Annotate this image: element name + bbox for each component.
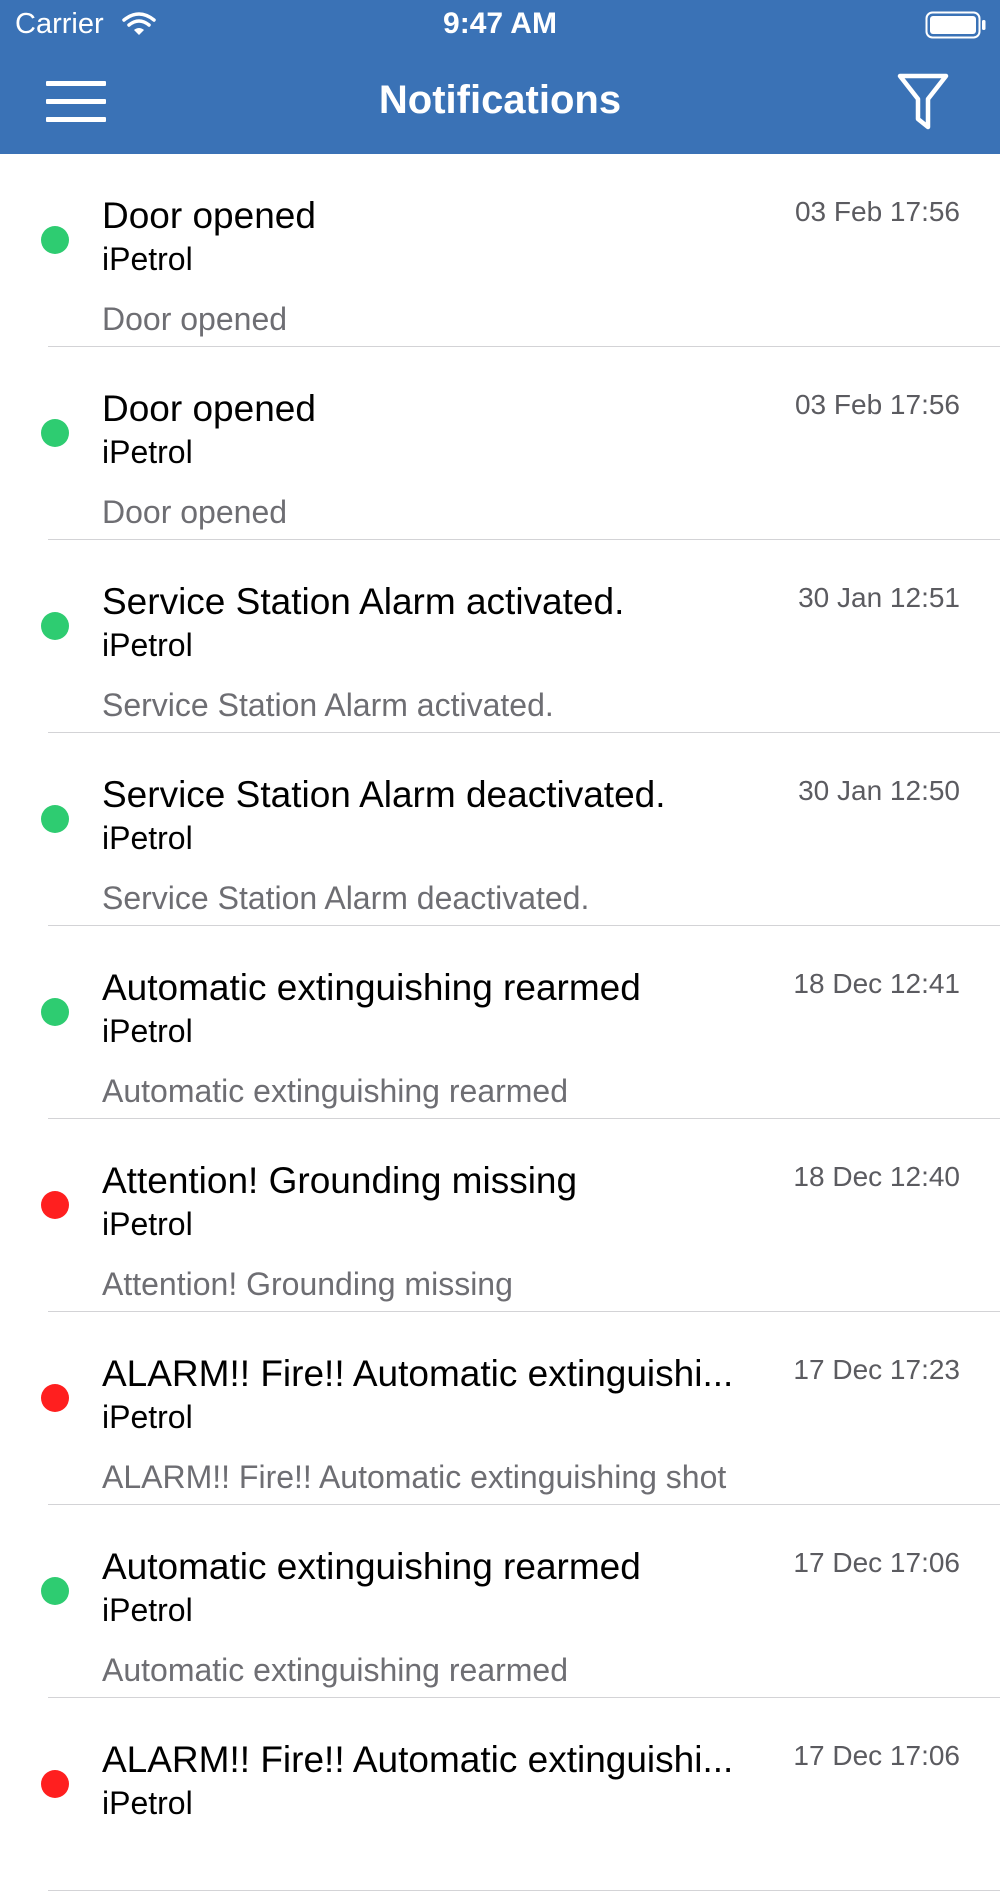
notification-body: Attention! Grounding missing (102, 1266, 513, 1302)
notification-title: Attention! Grounding missing (102, 1160, 578, 1201)
notification-source: iPetrol (102, 1592, 193, 1628)
notification-timestamp: 18 Dec 12:40 (793, 1161, 960, 1192)
notification-title: Door opened (102, 388, 316, 429)
status-dot-icon (41, 1191, 69, 1219)
notification-source: iPetrol (102, 627, 193, 663)
notification-source: iPetrol (102, 1206, 193, 1242)
notification-title: ALARM!! Fire!! Automatic extinguishi... (102, 1739, 734, 1780)
status-dot-icon (41, 1577, 69, 1605)
notification-body: Service Station Alarm deactivated. (102, 880, 590, 916)
notification-row[interactable]: Door opened iPetrol Door opened 03 Feb 17:5… (0, 154, 1000, 347)
status-dot-icon (41, 612, 69, 640)
notification-row[interactable]: ALARM!! Fire!! Automatic extinguishi... i… (0, 1312, 1000, 1505)
notification-title: ALARM!! Fire!! Automatic extinguishi... (102, 1353, 734, 1394)
notification-source: iPetrol (102, 820, 193, 856)
status-dot-icon (41, 419, 69, 447)
notification-row[interactable]: ALARM!! Fire!! Automatic extinguishi... i… (0, 1698, 1000, 1891)
page-title: Notifications (378, 78, 622, 122)
notification-source: iPetrol (102, 1785, 193, 1821)
navigation-bar: Notifications (0, 50, 1000, 154)
notification-source: iPetrol (102, 1399, 193, 1435)
notification-body: ALARM!! Fire!! Automatic extinguishing s… (102, 1459, 727, 1495)
status-dot-icon (41, 1384, 69, 1412)
notification-source: iPetrol (102, 1013, 193, 1049)
status-dot-icon (41, 226, 69, 254)
notification-body: Door opened (102, 494, 288, 530)
notification-timestamp: 03 Feb 17:56 (794, 196, 960, 227)
notification-title: Service Station Alarm activated. (102, 581, 625, 622)
status-dot-icon (41, 1770, 69, 1798)
status-bar: Carrier 9:47 AM (0, 0, 1000, 50)
notification-timestamp: 18 Dec 12:41 (793, 968, 960, 999)
battery-icon (925, 11, 987, 39)
notification-title: Automatic extinguishing rearmed (102, 1546, 641, 1587)
notification-title: Automatic extinguishing rearmed (102, 967, 641, 1008)
notification-timestamp: 03 Feb 17:56 (794, 389, 960, 420)
notification-timestamp: 30 Jan 12:50 (798, 775, 960, 806)
notification-timestamp: 17 Dec 17:06 (793, 1547, 960, 1578)
notification-source: iPetrol (102, 241, 193, 277)
notification-row[interactable]: Attention! Grounding missing iPetrol Atten… (0, 1119, 1000, 1312)
notification-body: Automatic extinguishing rearmed (102, 1652, 569, 1688)
notification-body: Door opened (102, 301, 288, 337)
notification-row[interactable]: Automatic extinguishing rearmed iPetrol Au… (0, 1505, 1000, 1698)
notification-timestamp: 17 Dec 17:23 (793, 1354, 960, 1385)
notification-timestamp: 30 Jan 12:51 (798, 582, 960, 613)
status-time: 9:47 AM (443, 7, 557, 40)
notification-row[interactable]: Automatic extinguishing rearmed iPetrol Au… (0, 926, 1000, 1119)
notification-timestamp: 17 Dec 17:06 (793, 1740, 960, 1771)
notification-body: Automatic extinguishing rearmed (102, 1073, 569, 1109)
notification-row[interactable]: Service Station Alarm activated. iPetrol S… (0, 540, 1000, 733)
notification-row[interactable]: Service Station Alarm deactivated. iPetro… (0, 733, 1000, 926)
notification-list: Door opened iPetrol Door opened 03 Feb 17:5… (0, 154, 1000, 1891)
notification-body: Service Station Alarm activated. (102, 687, 554, 723)
filter-icon[interactable] (896, 72, 950, 132)
notification-source: iPetrol (102, 434, 193, 470)
notification-row[interactable]: Door opened iPetrol Door opened 03 Feb 17:5… (0, 347, 1000, 540)
app-header: Carrier 9:47 AM Notifications (0, 0, 1000, 154)
notification-title: Service Station Alarm deactivated. (102, 774, 666, 815)
status-dot-icon (41, 998, 69, 1026)
status-dot-icon (41, 805, 69, 833)
notification-title: Door opened (102, 195, 316, 236)
